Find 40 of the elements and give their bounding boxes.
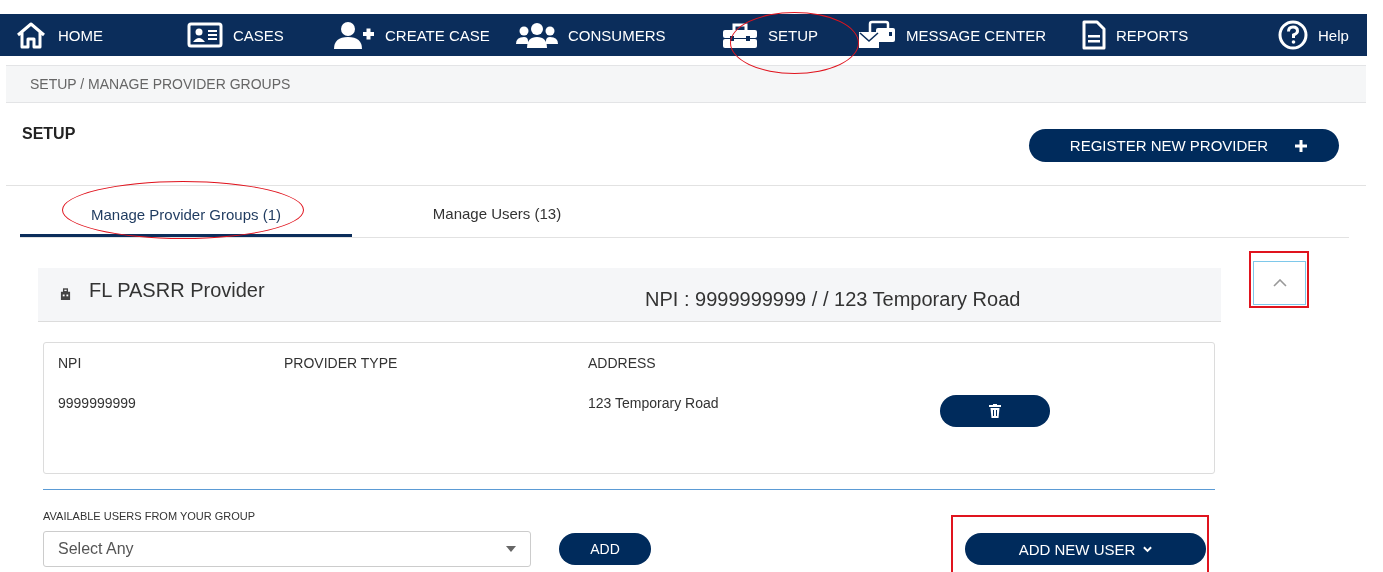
chevron-icon bbox=[1272, 279, 1287, 287]
breadcrumb: SETUP / MANAGE PROVIDER GROUPS bbox=[30, 76, 291, 92]
trash-icon bbox=[989, 404, 1001, 418]
tab[interactable]: Manage Users (13) bbox=[352, 199, 642, 235]
delete-button[interactable] bbox=[940, 395, 1050, 427]
id-card-icon bbox=[187, 22, 223, 48]
nav-link[interactable]: CONSUMERS bbox=[516, 22, 722, 48]
document-icon bbox=[1082, 20, 1106, 50]
plus-icon bbox=[1294, 138, 1309, 153]
toolbox-icon bbox=[722, 22, 758, 48]
register-provider-button[interactable]: REGISTER NEW PROVIDER bbox=[1029, 129, 1339, 162]
briefcase-icon bbox=[60, 288, 71, 301]
home-icon bbox=[14, 21, 48, 49]
table-cell: 123 Temporary Road bbox=[588, 395, 719, 411]
column-header: NPI bbox=[58, 355, 83, 371]
help-icon bbox=[1278, 20, 1308, 50]
nav-link[interactable]: MESSAGE CENTER bbox=[858, 20, 1082, 50]
annotation-rectangle bbox=[1249, 251, 1309, 308]
messages-icon bbox=[858, 20, 896, 50]
nav-link[interactable]: CREATE CASE bbox=[333, 21, 516, 49]
user-select[interactable]: Select Any bbox=[43, 531, 531, 567]
add-user-icon bbox=[333, 21, 375, 49]
dropdown-icon bbox=[506, 546, 516, 552]
nav-link[interactable]: CASES bbox=[187, 22, 333, 48]
table-cell: 9999999999 bbox=[58, 395, 136, 411]
nav-link[interactable]: SETUP bbox=[722, 22, 858, 48]
users-label: AVAILABLE USERS FROM YOUR GROUP bbox=[43, 510, 257, 522]
tab[interactable]: Manage Provider Groups (1) bbox=[20, 199, 352, 237]
add-new-user-button[interactable]: ADD NEW USER bbox=[965, 533, 1206, 565]
nav-link[interactable]: Help bbox=[1278, 20, 1367, 50]
nav-link[interactable]: HOME bbox=[14, 21, 187, 49]
users-icon bbox=[516, 22, 558, 48]
nav-link[interactable]: REPORTS bbox=[1082, 20, 1278, 50]
add-button[interactable]: ADD bbox=[559, 533, 651, 565]
provider-name: FL PASRR Provider bbox=[89, 279, 266, 302]
provider-summary: NPI : 9999999999 / / 123 Temporary Road bbox=[645, 288, 1021, 311]
page-title: SETUP bbox=[22, 125, 76, 144]
column-header: ADDRESS bbox=[588, 355, 657, 371]
chevron-down-icon bbox=[1143, 545, 1153, 553]
column-header: PROVIDER TYPE bbox=[284, 355, 399, 371]
